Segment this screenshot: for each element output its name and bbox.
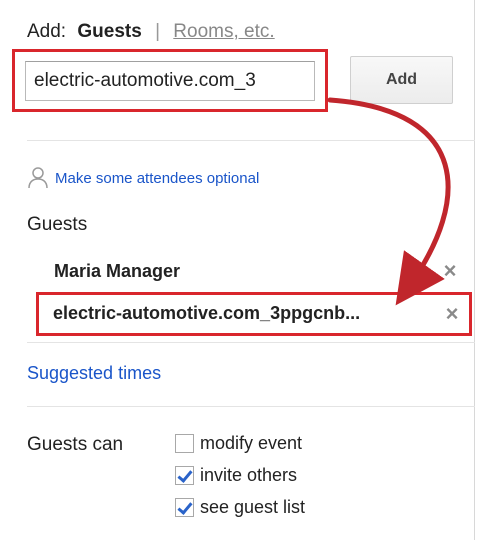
guest-row: Maria Manager × xyxy=(38,252,468,292)
make-attendees-optional-label[interactable]: Make some attendees optional xyxy=(55,170,259,187)
see-guest-list-checkbox[interactable] xyxy=(175,497,194,517)
guest-input-highlight xyxy=(12,49,328,112)
divider xyxy=(27,406,475,407)
divider xyxy=(27,342,475,343)
add-guest-button[interactable]: Add xyxy=(350,56,453,104)
see-guest-list-label[interactable]: see guest list xyxy=(200,497,305,518)
permission-invite-others[interactable]: invite others xyxy=(175,459,305,491)
make-attendees-optional-link[interactable]: Make some attendees optional xyxy=(27,166,259,190)
modify-event-checkbox[interactable] xyxy=(175,433,194,453)
invite-others-label[interactable]: invite others xyxy=(200,465,297,486)
permission-see-guest-list[interactable]: see guest list xyxy=(175,491,305,523)
remove-guest-icon[interactable]: × xyxy=(440,260,460,282)
add-guests-panel: Add: Guests | Rooms, etc. Add Make some … xyxy=(0,0,475,540)
guest-row-highlighted: electric-automotive.com_3ppgcnb... × xyxy=(36,292,472,336)
guest-email-input[interactable] xyxy=(25,61,315,101)
guests-heading: Guests xyxy=(27,214,88,235)
permission-modify-event[interactable]: modify event xyxy=(175,427,305,459)
tab-rooms[interactable]: Rooms, etc. xyxy=(173,21,274,42)
add-header: Add: Guests | Rooms, etc. xyxy=(27,20,275,44)
divider xyxy=(27,140,475,141)
tab-guests[interactable]: Guests xyxy=(77,21,141,42)
person-icon xyxy=(27,166,49,190)
guest-name: Maria Manager xyxy=(54,261,181,281)
invite-others-checkbox[interactable] xyxy=(175,465,194,485)
guests-can-label: Guests can xyxy=(27,434,124,455)
guest-permissions: modify event invite others see guest lis… xyxy=(175,427,305,523)
modify-event-label[interactable]: modify event xyxy=(200,433,302,454)
remove-guest-icon[interactable]: × xyxy=(442,303,462,325)
suggested-times-link[interactable]: Suggested times xyxy=(27,363,161,384)
guest-name: electric-automotive.com_3ppgcnb... xyxy=(53,303,361,323)
add-label: Add: xyxy=(27,21,67,42)
tab-separator: | xyxy=(155,21,161,42)
